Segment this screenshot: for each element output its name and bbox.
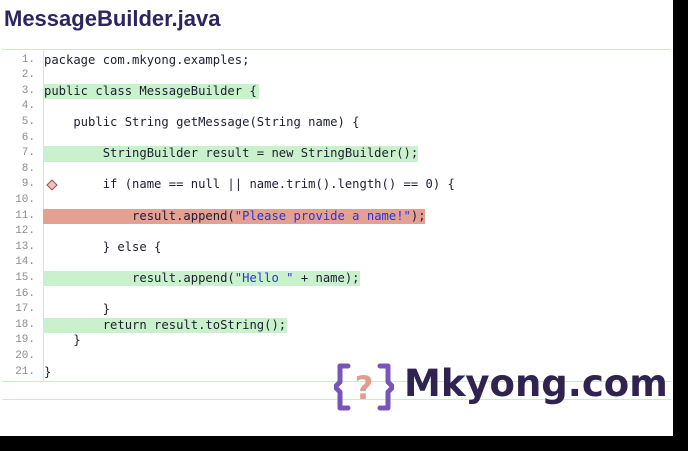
line-number: 1. <box>21 53 35 66</box>
line-number: 15. <box>15 271 35 284</box>
code-row: 16. <box>2 287 671 303</box>
line-number: 19. <box>15 334 35 347</box>
code-row: 1. package com.mkyong.examples; <box>2 53 671 69</box>
code-row: 6. <box>2 131 671 147</box>
code-row: 7. StringBuilder result = new StringBuil… <box>2 146 671 162</box>
line-number: 16. <box>15 287 35 300</box>
code-row: 17. } <box>2 302 671 318</box>
brand-logo[interactable]: ? Mkyong.com <box>334 360 668 414</box>
logo-mark-icon: ? <box>334 363 394 411</box>
code-text: public String getMessage(String name) { <box>44 114 360 129</box>
code-text: result.append("Please provide a name!"); <box>44 208 426 223</box>
line-number: 9. <box>21 178 35 191</box>
line-number: 14. <box>15 256 35 269</box>
code-text: } <box>44 364 52 379</box>
line-number: 12. <box>15 225 35 238</box>
line-number: 11. <box>15 209 35 222</box>
code-text: StringBuilder result = new StringBuilder… <box>44 146 419 161</box>
line-number: 7. <box>21 147 35 160</box>
line-number: 2. <box>21 69 35 82</box>
code-row: 8. <box>2 162 671 178</box>
line-number: 8. <box>21 162 35 175</box>
code-row: 18. return result.toString(); <box>2 317 671 334</box>
page-title: MessageBuilder.java <box>4 6 221 31</box>
code-row: 14. <box>2 255 671 271</box>
logo-mark-glyph: ? <box>355 369 374 407</box>
code-text: } <box>44 302 111 317</box>
code-text: public class MessageBuilder { <box>44 83 257 98</box>
code-row: 9. if (name == null || name.trim().lengt… <box>2 177 671 193</box>
logo-text: Mkyong.com <box>404 362 668 405</box>
code-text: package com.mkyong.examples; <box>44 52 250 67</box>
line-number: 4. <box>21 100 35 113</box>
code-text: return result.toString(); <box>44 317 287 332</box>
line-number: 21. <box>15 365 35 378</box>
line-number: 13. <box>15 240 35 253</box>
line-number: 10. <box>15 193 35 206</box>
line-number: 6. <box>21 131 35 144</box>
code-text: } <box>44 333 81 348</box>
code-listing: 1. package com.mkyong.examples; 2. 3. public… <box>2 49 671 382</box>
code-row: 13. } else { <box>2 240 671 256</box>
code-row: 19. } <box>2 333 671 349</box>
code-row: 12. <box>2 224 671 240</box>
code-text: if (name == null || name.trim().length()… <box>44 177 455 192</box>
code-text: result.append("Hello " + name); <box>44 270 360 285</box>
code-row: 2. <box>2 68 671 84</box>
line-number: 17. <box>15 303 35 316</box>
line-number: 5. <box>21 115 35 128</box>
code-row: 3. public class MessageBuilder { <box>2 83 671 100</box>
string-literal: "Please provide a name!" <box>234 208 411 223</box>
code-row: 4. <box>2 99 671 115</box>
code-row: 10. <box>2 193 671 209</box>
line-number: 3. <box>21 84 35 97</box>
code-row: 5. public String getMessage(String name)… <box>2 115 671 131</box>
code-row: 11. result.append("Please provide a name… <box>2 208 671 225</box>
line-number: 18. <box>15 318 35 331</box>
string-literal: "Hello " <box>234 270 294 285</box>
code-text: } else { <box>44 239 162 254</box>
page: MessageBuilder.java 1. package com.mkyong… <box>0 0 673 436</box>
code-row: 15. result.append("Hello " + name); <box>2 270 671 287</box>
line-number: 20. <box>15 349 35 362</box>
